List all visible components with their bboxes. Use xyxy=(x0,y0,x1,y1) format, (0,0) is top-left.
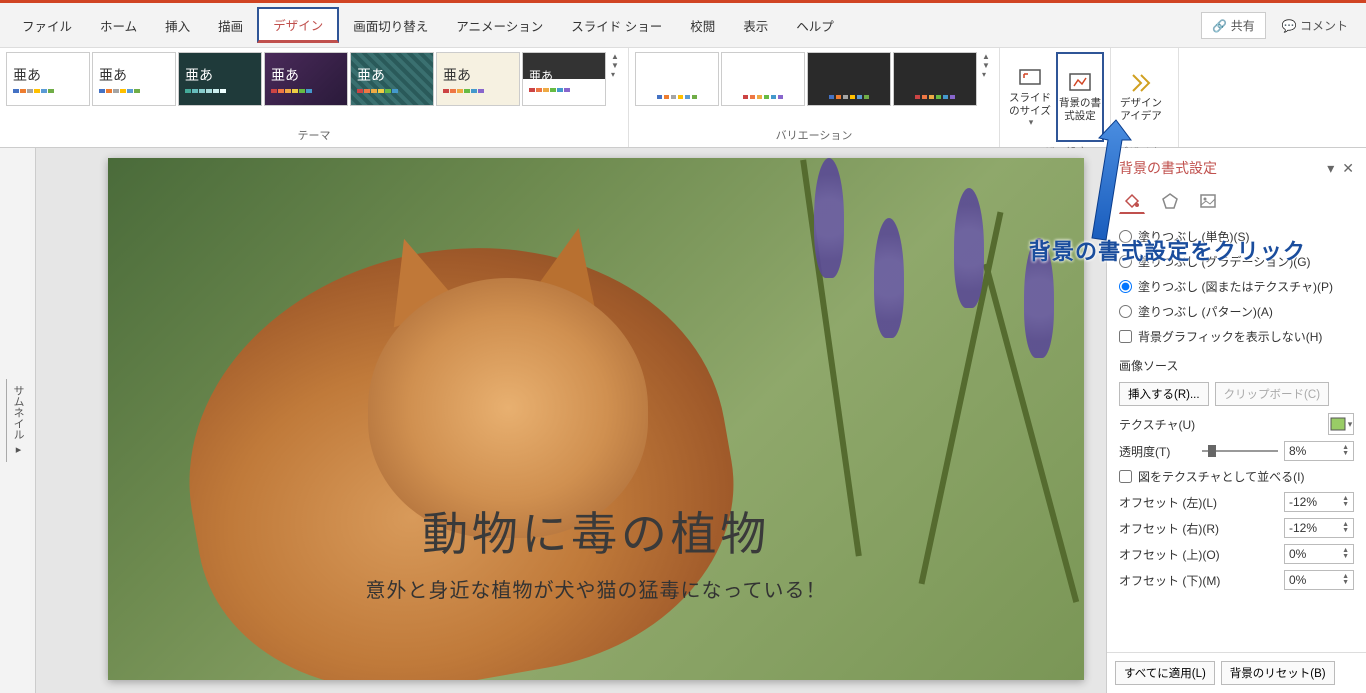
theme-thumb-4[interactable]: 亜あ xyxy=(264,52,348,106)
offset-top-spinner[interactable]: 0%▲▼ xyxy=(1284,544,1354,564)
offset-right-spinner[interactable]: -12%▲▼ xyxy=(1284,518,1354,538)
themes-group-label: テーマ xyxy=(6,125,622,143)
pentagon-icon xyxy=(1161,192,1179,210)
texture-picker[interactable]: ▾ xyxy=(1328,413,1354,435)
slide-size-icon xyxy=(1018,66,1042,88)
image-source-label: 画像ソース xyxy=(1119,349,1354,378)
texture-label: テクスチャ(U) xyxy=(1119,416,1322,433)
menu-help[interactable]: ヘルプ xyxy=(782,10,848,41)
fill-solid-radio[interactable] xyxy=(1119,230,1132,243)
theme-thumb-5[interactable]: 亜あ xyxy=(350,52,434,106)
fill-pattern-label: 塗りつぶし (パターン)(A) xyxy=(1138,303,1273,320)
theme-thumb-3[interactable]: 亜あ xyxy=(178,52,262,106)
insert-image-button[interactable]: 挿入する(R)... xyxy=(1119,382,1209,406)
hide-bg-graphics-checkbox[interactable] xyxy=(1119,330,1132,343)
fill-solid-label: 塗りつぶし (単色)(S) xyxy=(1138,228,1249,245)
effects-tab[interactable] xyxy=(1157,188,1183,214)
offset-right-label: オフセット (右)(R) xyxy=(1119,520,1278,537)
theme-thumb-1[interactable]: 亜あ xyxy=(6,52,90,106)
transparency-label: 透明度(T) xyxy=(1119,443,1196,460)
share-button[interactable]: 🔗 共有 xyxy=(1201,12,1265,39)
theme-thumb-7[interactable]: 亜あ xyxy=(522,52,606,106)
variation-thumb-4[interactable] xyxy=(893,52,977,106)
variations-group-label: バリエーション xyxy=(635,125,993,143)
theme-thumb-2[interactable]: 亜あ xyxy=(92,52,176,106)
menu-transitions[interactable]: 画面切り替え xyxy=(339,10,442,41)
menu-review[interactable]: 校閲 xyxy=(676,10,729,41)
offset-bottom-spinner[interactable]: 0%▲▼ xyxy=(1284,570,1354,590)
canvas-area: 動物に毒の植物 意外と身近な植物が犬や猫の猛毒になっている！ xyxy=(36,148,1106,693)
offset-left-spinner[interactable]: -12%▲▼ xyxy=(1284,492,1354,512)
tile-label: 図をテクスチャとして並べる(I) xyxy=(1138,468,1305,485)
tile-checkbox[interactable] xyxy=(1119,470,1132,483)
variation-thumb-3[interactable] xyxy=(807,52,891,106)
fill-gradient-label: 塗りつぶし (グラデーション)(G) xyxy=(1138,253,1311,270)
transparency-spinner[interactable]: 8%▲▼ xyxy=(1284,441,1354,461)
variation-thumb-1[interactable] xyxy=(635,52,719,106)
format-background-button[interactable]: 背景の書式設定 xyxy=(1056,52,1104,142)
fill-picture-radio[interactable] xyxy=(1119,280,1132,293)
format-background-icon xyxy=(1068,71,1092,93)
fill-gradient-radio[interactable] xyxy=(1119,255,1132,268)
reset-background-button[interactable]: 背景のリセット(B) xyxy=(1221,661,1335,685)
menu-design[interactable]: デザイン xyxy=(257,7,339,43)
fill-picture-label: 塗りつぶし (図またはテクスチャ)(P) xyxy=(1138,278,1333,295)
menu-animations[interactable]: アニメーション xyxy=(442,10,557,41)
slide-subtitle[interactable]: 意外と身近な植物が犬や猫の猛毒になっている！ xyxy=(108,574,1084,603)
themes-more-dropdown[interactable]: ▲▼▾ xyxy=(608,52,622,79)
variations-more-dropdown[interactable]: ▲▼▾ xyxy=(979,52,993,79)
offset-bottom-label: オフセット (下)(M) xyxy=(1119,572,1278,589)
slide-size-button[interactable]: スライドのサイズ ▾ xyxy=(1006,52,1054,142)
slide-title[interactable]: 動物に毒の植物 xyxy=(108,498,1084,564)
thumbnail-pane[interactable]: サムネイル ▸ xyxy=(0,148,36,693)
variation-thumb-2[interactable] xyxy=(721,52,805,106)
design-ideas-icon xyxy=(1129,71,1153,93)
picture-tab[interactable] xyxy=(1195,188,1221,214)
apply-all-button[interactable]: すべてに適用(L) xyxy=(1115,661,1215,685)
menu-home[interactable]: ホーム xyxy=(86,10,151,41)
ribbon: 亜あ 亜あ 亜あ 亜あ 亜あ 亜あ 亜あ ▲▼▾ テーマ ▲▼▾ バリエーション… xyxy=(0,48,1366,148)
comments-button[interactable]: 💬 コメント xyxy=(1272,13,1358,38)
menu-slideshow[interactable]: スライド ショー xyxy=(557,10,676,41)
texture-icon xyxy=(1330,417,1346,431)
format-background-panel: 背景の書式設定 ▾ ✕ 塗りつぶし (単色)(S) 塗りつぶし (グラデーション… xyxy=(1106,148,1366,693)
design-ideas-button[interactable]: デザインアイデア xyxy=(1117,52,1165,142)
slide[interactable]: 動物に毒の植物 意外と身近な植物が犬や猫の猛毒になっている！ xyxy=(108,158,1084,680)
panel-title: 背景の書式設定 xyxy=(1119,158,1319,178)
offset-top-label: オフセット (上)(O) xyxy=(1119,546,1278,563)
fill-pattern-radio[interactable] xyxy=(1119,305,1132,318)
fill-tab[interactable] xyxy=(1119,188,1145,214)
panel-options-dropdown[interactable]: ▾ xyxy=(1327,160,1334,177)
menu-file[interactable]: ファイル xyxy=(8,10,86,41)
clipboard-button[interactable]: クリップボード(C) xyxy=(1215,382,1329,406)
picture-icon xyxy=(1199,192,1217,210)
hide-bg-graphics-label: 背景グラフィックを表示しない(H) xyxy=(1138,328,1322,345)
theme-thumb-6[interactable]: 亜あ xyxy=(436,52,520,106)
offset-left-label: オフセット (左)(L) xyxy=(1119,494,1278,511)
menu-bar: ファイル ホーム 挿入 描画 デザイン 画面切り替え アニメーション スライド … xyxy=(0,3,1366,48)
menu-draw[interactable]: 描画 xyxy=(204,10,257,41)
menu-insert[interactable]: 挿入 xyxy=(151,10,204,41)
transparency-slider[interactable] xyxy=(1202,450,1279,452)
paint-bucket-icon xyxy=(1123,192,1141,210)
panel-close-button[interactable]: ✕ xyxy=(1342,160,1354,177)
menu-view[interactable]: 表示 xyxy=(729,10,782,41)
